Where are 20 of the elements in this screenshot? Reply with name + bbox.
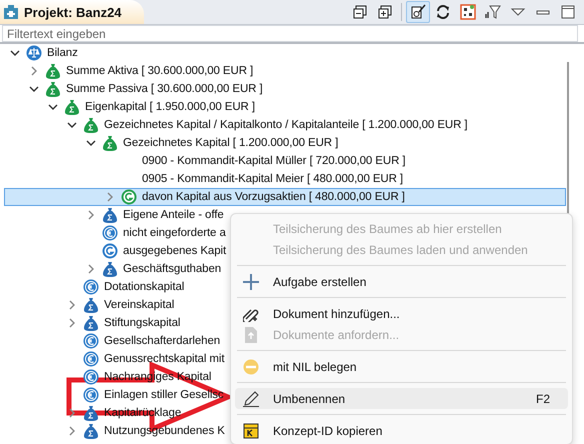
tree-item-label: 0900 - Kommandit-Kapital Müller [ 720.000,00 EUR ]	[142, 155, 406, 167]
tree-item-label: Gesellschafterdarlehen	[104, 335, 220, 347]
tree-item-label: Geschäftsguthaben	[123, 263, 222, 275]
tree-item-label: Summe Aktiva [ 30.600.000,00 EUR ]	[66, 65, 254, 77]
tree-item-label: Gezeichnetes Kapital [ 1.200.000,00 EUR ]	[123, 137, 338, 149]
tree-item-label: Eigene Anteile - offe	[123, 209, 224, 221]
tree-item-label: Stiftungskapital	[104, 317, 180, 329]
tree-item-label: davon Kapital aus Vorzugsaktien [ 480.000,00 EUR ]	[142, 191, 405, 203]
tree-item-label: Vereinskapital	[104, 299, 174, 311]
tree-item-label: Eigenkapital [ 1.950.000,00 EUR ]	[85, 101, 255, 113]
tree-item-label: ausgegebenes Kapit	[123, 245, 226, 257]
tree-item-label: Dotationskapital	[104, 281, 184, 293]
tree-item-label: 0905 - Kommandit-Kapital Meier [ 480.000,00 EUR ]	[142, 173, 404, 185]
tree-item-label: Summe Passiva [ 30.600.000,00 EUR ]	[66, 83, 263, 95]
tree-item-label: Gezeichnetes Kapital / Kapitalkonto / Kapitalanteile [ 1.200.000,00 EUR ]	[104, 119, 468, 131]
tree-item-label: Bilanz	[47, 47, 78, 59]
tree-item-label: Genussrechtskapital mit	[104, 353, 224, 365]
tree-item-label: Nutzungsgebundenes K	[104, 425, 225, 437]
tree-item-label: nicht eingeforderte a	[123, 227, 226, 239]
shortcut-label: F2	[536, 392, 550, 406]
